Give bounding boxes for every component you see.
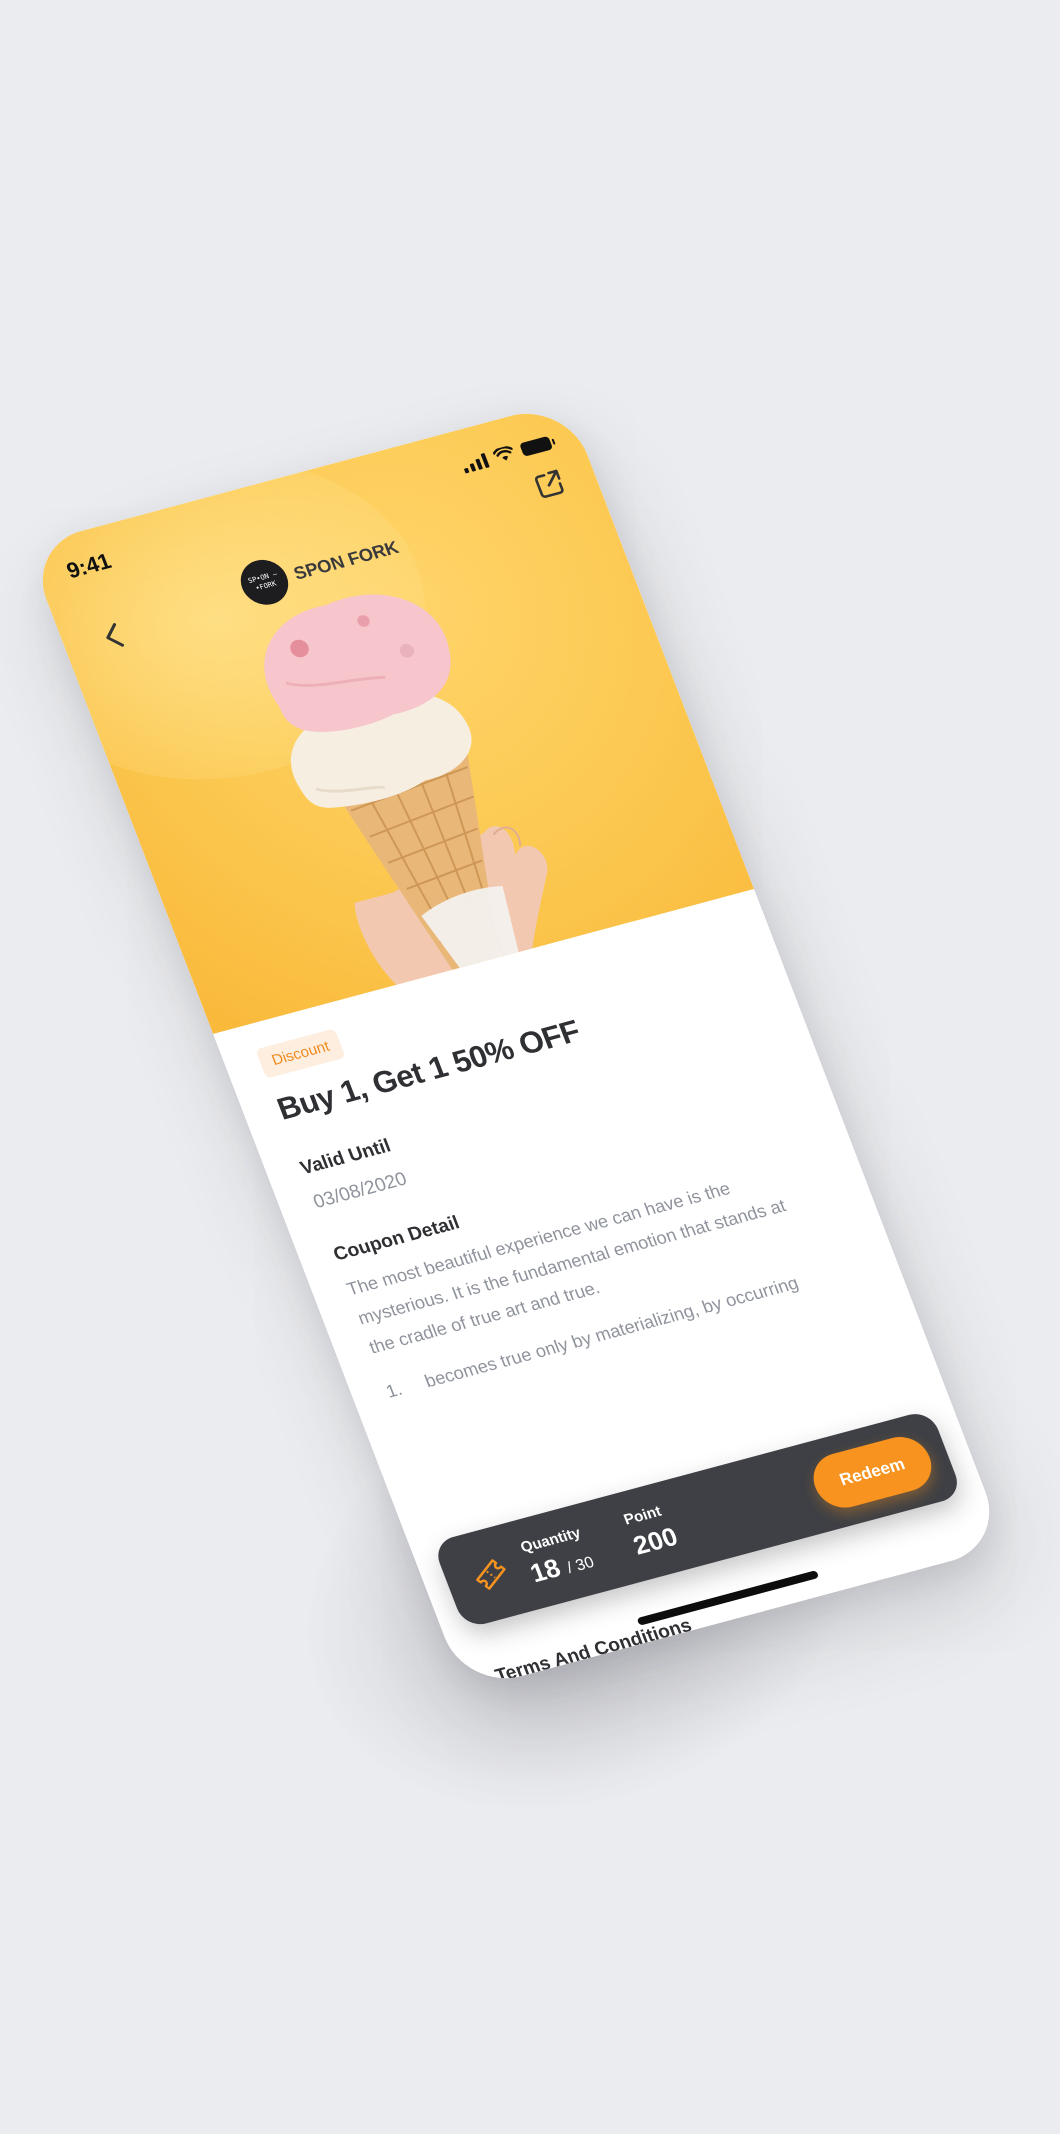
chevron-left-icon bbox=[106, 623, 125, 647]
wifi-icon bbox=[492, 446, 513, 461]
redeem-button[interactable]: Redeem bbox=[805, 1430, 940, 1514]
ticket-icon bbox=[476, 1559, 506, 1590]
share-external-icon bbox=[534, 469, 564, 498]
quantity-stat: Quantity 18 / 30 bbox=[518, 1524, 597, 1589]
discount-badge: Discount bbox=[255, 1028, 347, 1079]
quantity-total: / 30 bbox=[564, 1554, 597, 1577]
quantity-value: 18 bbox=[525, 1552, 565, 1589]
point-value: 200 bbox=[629, 1521, 682, 1561]
phone-mockup: 9:41 SP•ON — •FORK SPON FORK Discount Bu… bbox=[25, 400, 1007, 1692]
brand-logo: SP•ON — •FORK bbox=[233, 554, 295, 610]
point-stat: Point 200 bbox=[621, 1501, 682, 1561]
brand-name: SPON FORK bbox=[290, 536, 402, 584]
status-time: 9:41 bbox=[62, 548, 115, 584]
back-button[interactable] bbox=[84, 610, 142, 663]
list-number: 1. bbox=[383, 1378, 405, 1402]
phone-screen: 9:41 SP•ON — •FORK SPON FORK Discount Bu… bbox=[25, 400, 1007, 1692]
battery-icon bbox=[519, 435, 554, 457]
signal-icon bbox=[460, 452, 490, 474]
